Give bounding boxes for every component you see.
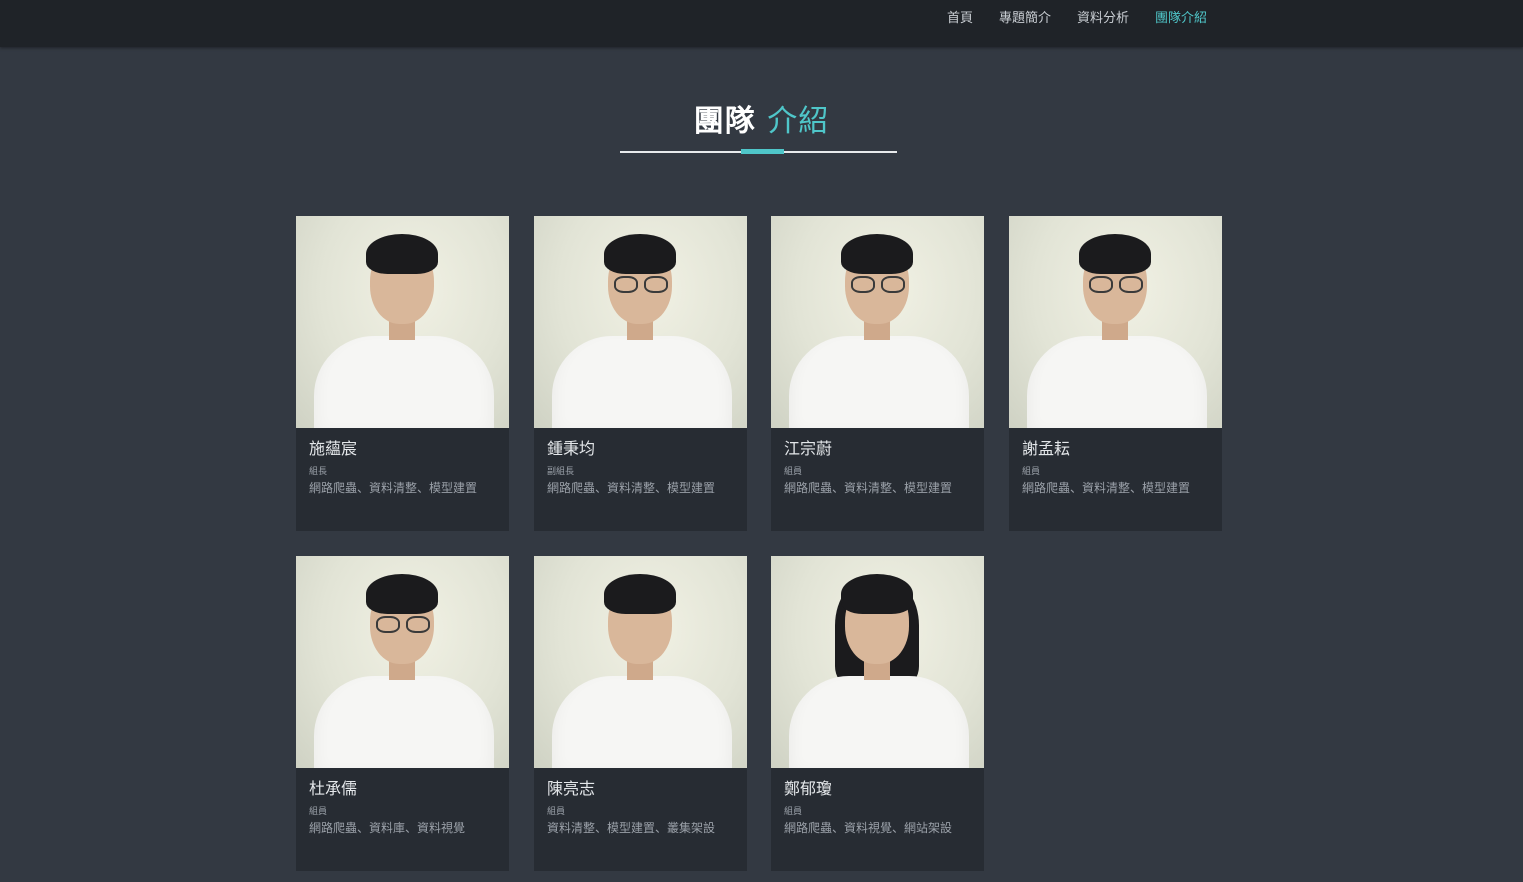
member-role: 組員 [784, 467, 803, 477]
nav-item-data-analysis[interactable]: 資料分析 [1077, 7, 1129, 26]
member-card[interactable]: 江宗蔚 組員 網路爬蟲、資料清整、模型建置 [771, 216, 984, 531]
member-skills: 資料清整、模型建置、叢集架設 [547, 821, 716, 835]
nav-item-team[interactable]: 團隊介紹 [1155, 7, 1207, 26]
member-card[interactable]: 鄭郁瓊 組員 網路爬蟲、資料視覺、網站架設 [771, 556, 984, 871]
member-card[interactable]: 謝孟耘 組員 網路爬蟲、資料清整、模型建置 [1009, 216, 1222, 531]
member-name: 江宗蔚 [784, 439, 833, 458]
member-name: 陳亮志 [547, 779, 596, 798]
member-card[interactable]: 鍾秉均 副組長 網路爬蟲、資料清整、模型建置 [534, 216, 747, 531]
member-card[interactable]: 陳亮志 組員 資料清整、模型建置、叢集架設 [534, 556, 747, 871]
nav-links: 首頁 專題簡介 資料分析 團隊介紹 [947, 7, 1233, 26]
member-skills: 網路爬蟲、資料庫、資料視覺 [309, 821, 466, 835]
member-role: 組員 [547, 807, 566, 817]
top-navbar: 首頁 專題簡介 資料分析 團隊介紹 [0, 0, 1523, 47]
member-skills: 網路爬蟲、資料視覺、網站架設 [784, 821, 953, 835]
title-divider-accent [741, 149, 784, 154]
member-name: 鍾秉均 [547, 439, 596, 458]
member-skills: 網路爬蟲、資料清整、模型建置 [784, 481, 953, 495]
section-title-accent: 介紹 [767, 104, 830, 139]
member-name: 謝孟耘 [1022, 439, 1071, 458]
nav-item-project-intro[interactable]: 專題簡介 [999, 7, 1051, 26]
member-photo [534, 216, 747, 428]
member-photo [296, 216, 509, 428]
member-skills: 網路爬蟲、資料清整、模型建置 [309, 481, 478, 495]
member-card[interactable]: 杜承儒 組員 網路爬蟲、資料庫、資料視覺 [296, 556, 509, 871]
member-skills: 網路爬蟲、資料清整、模型建置 [547, 481, 716, 495]
section-title-main: 團隊 [693, 104, 756, 139]
member-name: 施蘊宸 [309, 439, 358, 458]
member-role: 組員 [309, 807, 328, 817]
member-role: 組員 [784, 807, 803, 817]
member-name: 鄭郁瓊 [784, 779, 833, 798]
member-photo [771, 556, 984, 768]
member-photo [534, 556, 747, 768]
member-role: 組員 [1022, 467, 1041, 477]
member-skills: 網路爬蟲、資料清整、模型建置 [1022, 481, 1191, 495]
member-name: 杜承儒 [309, 779, 358, 798]
member-role: 副組長 [547, 467, 575, 477]
member-role: 組長 [309, 467, 328, 477]
member-photo [1009, 216, 1222, 428]
section-title: 團隊 介紹 [0, 96, 1523, 140]
nav-item-home[interactable]: 首頁 [947, 7, 973, 26]
member-card[interactable]: 施蘊宸 組長 網路爬蟲、資料清整、模型建置 [296, 216, 509, 531]
member-photo [771, 216, 984, 428]
member-photo [296, 556, 509, 768]
